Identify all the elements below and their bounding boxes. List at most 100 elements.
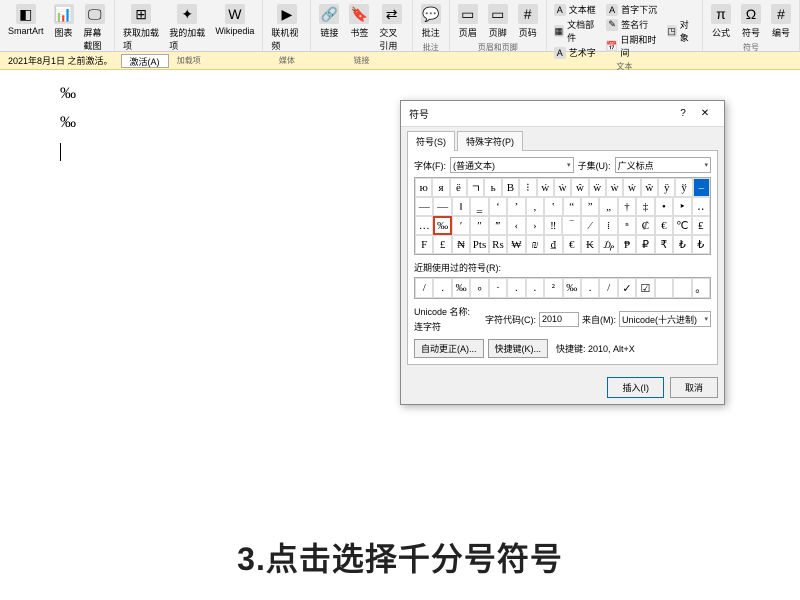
char-cell[interactable]: ẃ (623, 178, 640, 197)
ribbon-编号[interactable]: #编号 (767, 2, 795, 41)
recent-char-cell[interactable]: . (581, 278, 599, 298)
char-cell[interactable]: F (415, 235, 433, 254)
char-cell[interactable]: ‣ (673, 197, 691, 216)
char-cell[interactable]: ₭ (581, 235, 599, 254)
char-cell[interactable]: ′ (452, 216, 470, 235)
char-cell[interactable]: € (563, 235, 581, 254)
ribbon-书签[interactable]: 🔖书签 (345, 2, 373, 54)
dialog-titlebar[interactable]: 符号 ? ✕ (401, 101, 724, 127)
char-cell[interactable]: “ (563, 197, 581, 216)
char-cell[interactable]: ‰ (433, 216, 451, 235)
char-cell[interactable]: ŵ (571, 178, 588, 197)
char-cell[interactable]: ₽ (636, 235, 654, 254)
recent-char-cell[interactable]: / (599, 278, 617, 298)
ribbon-屏幕截图[interactable]: 🖵屏幕截图 (80, 2, 111, 54)
char-cell[interactable]: ‾ (562, 216, 580, 235)
ribbon-图表[interactable]: 📊图表 (50, 2, 78, 54)
shortcut-button[interactable]: 快捷键(K)... (488, 339, 549, 358)
char-cell[interactable]: ў (675, 178, 692, 197)
char-cell[interactable]: ₱ (618, 235, 636, 254)
char-cell[interactable]: ₯ (599, 235, 617, 254)
char-cell[interactable]: ‼ (544, 216, 562, 235)
char-cell[interactable]: В (502, 178, 519, 197)
ribbon-艺术字[interactable]: A艺术字 (551, 45, 601, 60)
char-cell[interactable]: ẃ (537, 178, 554, 197)
ribbon-文本框[interactable]: A文本框 (551, 2, 601, 17)
recent-char-cell[interactable]: ² (544, 278, 562, 298)
cancel-button[interactable]: 取消 (670, 377, 718, 398)
ribbon-链接[interactable]: 🔗链接 (315, 2, 343, 54)
activate-button[interactable]: 激活(A) (121, 54, 169, 68)
recent-char-cell[interactable]: ‰ (563, 278, 581, 298)
char-cell[interactable]: ‛ (544, 197, 562, 216)
char-cell[interactable]: ь (484, 178, 501, 197)
char-cell[interactable]: ₡ (636, 216, 654, 235)
subset-select[interactable]: 广义标点▾ (615, 157, 711, 173)
ribbon-对象[interactable]: ◳对象 (664, 17, 699, 45)
char-cell[interactable]: ― (433, 197, 451, 216)
char-cell[interactable]: ℃ (673, 216, 691, 235)
ribbon-批注[interactable]: 💬批注 (417, 2, 445, 41)
char-cell[interactable]: ₩ (507, 235, 525, 254)
recent-char-cell[interactable]: . (433, 278, 451, 298)
char-cell[interactable]: › (526, 216, 544, 235)
recent-char-cell[interactable]: / (415, 278, 433, 298)
char-cell[interactable]: ẁ (606, 178, 623, 197)
char-cell[interactable]: ₦ (452, 235, 470, 254)
ribbon-Wikipedia[interactable]: WWikipedia (211, 2, 258, 54)
recent-char-cell[interactable]: ☑ (636, 278, 654, 298)
recent-char-cell[interactable] (673, 278, 691, 298)
char-cell[interactable]: ‚ (526, 197, 544, 216)
char-cell[interactable]: … (415, 216, 433, 235)
ribbon-联机视频[interactable]: ▶联机视频 (267, 2, 306, 54)
help-button[interactable]: ? (672, 104, 694, 124)
ribbon-我的加载项[interactable]: ✦我的加载项 (165, 2, 209, 54)
char-cell[interactable]: „ (599, 197, 617, 216)
recent-char-cell[interactable]: ✓ (618, 278, 636, 298)
font-select[interactable]: (普通文本)▾ (450, 157, 574, 173)
char-cell[interactable]: — (415, 197, 433, 216)
ribbon-页脚[interactable]: ▭页脚 (484, 2, 512, 41)
ribbon-公式[interactable]: π公式 (707, 2, 735, 41)
char-cell[interactable]: ⁞ (599, 216, 617, 235)
char-code-input[interactable] (539, 312, 579, 327)
ribbon-页眉[interactable]: ▭页眉 (454, 2, 482, 41)
recent-char-cell[interactable]: ‰ (452, 278, 470, 298)
char-cell[interactable]: ₤ (692, 216, 710, 235)
char-cell[interactable]: ㄱ (467, 178, 484, 197)
recent-char-cell[interactable]: . (507, 278, 525, 298)
char-cell[interactable]: ⁿ (618, 216, 636, 235)
ribbon-交叉引用[interactable]: ⇄交叉引用 (375, 2, 407, 54)
char-cell[interactable]: ‥ (692, 197, 710, 216)
insert-button[interactable]: 插入(I) (607, 377, 664, 398)
ribbon-SmartArt[interactable]: ◧SmartArt (4, 2, 48, 54)
ribbon-首字下沉[interactable]: A首字下沉 (603, 2, 661, 17)
char-cell[interactable]: ‹ (507, 216, 525, 235)
char-cell[interactable]: ‖ (452, 197, 470, 216)
char-cell[interactable]: ” (581, 197, 599, 216)
char-cell[interactable]: ÿ (658, 178, 675, 197)
from-select[interactable]: Unicode(十六进制)▾ (619, 311, 711, 327)
char-cell[interactable]: ё (450, 178, 467, 197)
char-cell[interactable]: ₫ (544, 235, 562, 254)
ribbon-签名行[interactable]: ✎签名行 (603, 17, 661, 32)
recent-char-cell[interactable] (655, 278, 673, 298)
char-cell[interactable]: ’ (507, 197, 525, 216)
char-cell[interactable]: ₹ (655, 235, 673, 254)
char-cell[interactable]: • (655, 197, 673, 216)
char-cell[interactable]: ‘ (489, 197, 507, 216)
char-cell[interactable]: ẁ (554, 178, 571, 197)
char-cell[interactable]: ₺ (692, 235, 710, 254)
char-cell[interactable]: ю (415, 178, 432, 197)
char-cell[interactable]: я (432, 178, 449, 197)
recent-char-cell[interactable]: · (489, 278, 507, 298)
char-cell[interactable]: ‗ (470, 197, 488, 216)
ribbon-符号[interactable]: Ω符号 (737, 2, 765, 41)
char-cell[interactable]: ″ (470, 216, 488, 235)
autocorrect-button[interactable]: 自动更正(A)... (414, 339, 484, 358)
char-cell[interactable]: € (655, 216, 673, 235)
char-cell[interactable]: – (693, 178, 710, 197)
ribbon-日期和时间[interactable]: 📅日期和时间 (603, 32, 661, 60)
char-cell[interactable]: ⁝ (519, 178, 536, 197)
char-cell[interactable]: ‴ (489, 216, 507, 235)
